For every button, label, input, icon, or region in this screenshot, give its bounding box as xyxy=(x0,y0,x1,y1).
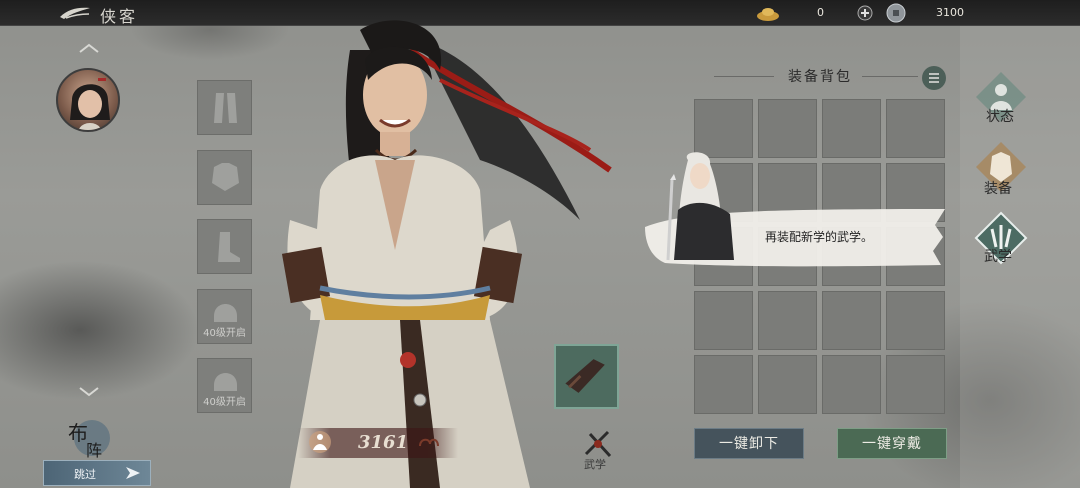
backpack-cell[interactable] xyxy=(822,291,881,350)
title-divider xyxy=(862,76,918,77)
copper-coin-icon xyxy=(886,3,906,23)
backpack-cell[interactable] xyxy=(758,291,817,350)
martial-label: 武学 xyxy=(584,458,606,471)
coin-amount: 3100 xyxy=(936,6,964,19)
backpack-cell[interactable] xyxy=(886,355,945,414)
backpack-cell[interactable] xyxy=(758,99,817,158)
cloud-ornament-icon xyxy=(419,438,439,447)
page-title: 侠客 xyxy=(100,7,139,26)
armor-slot[interactable] xyxy=(197,150,252,205)
skip-button[interactable]: 跳过 xyxy=(43,460,151,486)
skip-label: 跳过 xyxy=(74,468,96,481)
backpack-cell[interactable] xyxy=(694,291,753,350)
arrow-right-icon xyxy=(126,467,140,479)
unequip-all-button[interactable]: 一键卸下 xyxy=(694,428,804,459)
guide-npc-portrait xyxy=(666,152,734,261)
tab-equipment-label: 装备 xyxy=(984,181,1012,197)
armor-icon xyxy=(212,163,239,191)
equip-all-button[interactable]: 一键穿戴 xyxy=(837,428,947,459)
title-divider xyxy=(714,76,774,77)
formation-icon[interactable]: 布 阵 xyxy=(62,410,112,460)
slot-lock-text: 40级开启 xyxy=(203,397,246,408)
list-lines-icon xyxy=(929,73,939,83)
weapon-slot[interactable] xyxy=(197,80,252,135)
backpack-title: 装备背包 xyxy=(788,69,852,85)
backpack-cell[interactable] xyxy=(822,355,881,414)
gauntlet-icon xyxy=(214,93,237,123)
hero-illustration xyxy=(281,20,612,488)
backpack-cell[interactable] xyxy=(758,355,817,414)
add-currency-icon[interactable] xyxy=(857,5,873,21)
martial-item-icon xyxy=(565,359,605,393)
backpack-cell[interactable] xyxy=(822,99,881,158)
hero-avatar[interactable] xyxy=(56,68,120,132)
slot-lock-text: 40级开启 xyxy=(203,328,246,339)
meditation-icon xyxy=(309,431,331,453)
locked-slot-2[interactable]: 40级开启 xyxy=(197,358,252,413)
svg-text:布: 布 xyxy=(68,421,88,445)
boots-slot[interactable] xyxy=(197,219,252,274)
gold-ingot-icon xyxy=(757,8,779,21)
tab-status-label: 状态 xyxy=(986,109,1014,125)
locked-slot-1[interactable]: 40级开启 xyxy=(197,289,252,344)
list-menu-icon[interactable] xyxy=(922,66,946,90)
chevron-up-icon[interactable] xyxy=(78,42,100,54)
gold-amount: 0 xyxy=(817,6,824,19)
back-brush-icon[interactable] xyxy=(58,5,92,21)
chevron-down-icon[interactable] xyxy=(78,386,100,398)
backpack-cell[interactable] xyxy=(694,355,753,414)
hero-portrait-icon xyxy=(70,78,110,130)
ink-wash xyxy=(0,260,200,400)
svg-text:阵: 阵 xyxy=(86,441,102,460)
dialog-text: 再装配新学的武学。 xyxy=(765,230,874,244)
martial-equip-slot[interactable] xyxy=(554,344,619,409)
hero-power-value: 3161 xyxy=(358,432,409,453)
tab-martial-label: 武学 xyxy=(984,249,1012,265)
backpack-cell[interactable] xyxy=(886,291,945,350)
boots-icon xyxy=(218,232,240,262)
backpack-cell[interactable] xyxy=(886,99,945,158)
